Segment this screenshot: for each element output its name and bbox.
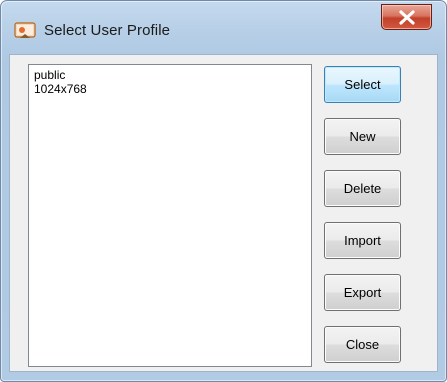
import-button[interactable]: Import	[324, 222, 401, 259]
list-item[interactable]: 1024x768	[34, 82, 306, 96]
list-item[interactable]: public	[34, 68, 306, 82]
select-button[interactable]: Select	[324, 66, 401, 103]
title-bar[interactable]: Select User Profile	[1, 1, 446, 55]
delete-button[interactable]: Delete	[324, 170, 401, 207]
profile-listbox[interactable]: public 1024x768	[28, 64, 312, 367]
new-button[interactable]: New	[324, 118, 401, 155]
dialog-window: Select User Profile public 1024x768 Sele…	[0, 0, 447, 382]
close-button[interactable]: Close	[324, 326, 401, 363]
window-title: Select User Profile	[44, 22, 171, 39]
app-window-icon	[14, 21, 36, 41]
dialog-client-area: public 1024x768 Select New Delete Import…	[9, 54, 438, 372]
close-window-button[interactable]	[381, 4, 432, 30]
export-button[interactable]: Export	[324, 274, 401, 311]
